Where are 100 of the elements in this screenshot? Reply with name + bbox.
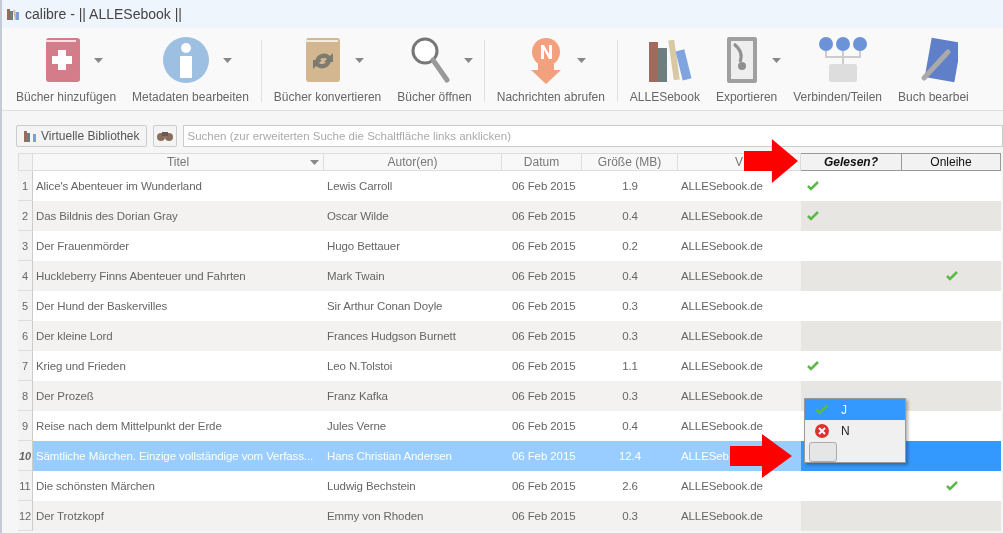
toolbar-button[interactable]: Bücher konvertieren <box>273 86 382 110</box>
pointer-arrow <box>730 434 792 478</box>
table-cell: Reise nach dem Mittelpunkt der Erde <box>33 411 324 441</box>
toolbar-button[interactable]: Nachrichten abrufen <box>496 86 605 110</box>
table-cell: Die schönsten Märchen <box>33 471 324 501</box>
row-number: 10 <box>18 441 33 471</box>
table-cell: 06 Feb 2015 <box>502 171 582 201</box>
toolbar-button[interactable]: Metadaten bearbeiten <box>132 86 249 110</box>
row-number: 9 <box>18 411 33 441</box>
table-cell: Ludwig Bechstein <box>324 471 502 501</box>
toolbar-button[interactable]: Verbinden/Teilen <box>793 86 882 110</box>
table-cell: ALLESebook.de <box>678 471 801 501</box>
pointer-arrow <box>744 139 798 183</box>
table-cell: 06 Feb 2015 <box>502 201 582 231</box>
column-header[interactable]: Datum <box>502 153 582 171</box>
info-icon[interactable] <box>162 37 209 83</box>
table-cell: 1.9 <box>582 171 678 201</box>
caret-icon[interactable] <box>577 57 587 63</box>
row-number: 2 <box>18 201 33 231</box>
table-cell: 06 Feb 2015 <box>502 441 582 471</box>
table-cell: Oscar Wilde <box>324 201 502 231</box>
menu-option[interactable]: J <box>805 399 905 420</box>
book-plus-icon[interactable] <box>43 36 80 84</box>
column-header[interactable]: Gelesen? <box>801 153 902 171</box>
table-cell: Leo N.Tolstoi <box>324 351 502 381</box>
table-cell: 06 Feb 2015 <box>502 321 582 351</box>
caret-icon[interactable] <box>222 57 232 63</box>
table-cell: Frances Hudgson Burnett <box>324 321 502 351</box>
row-number: 8 <box>18 381 33 411</box>
table-cell: 1.1 <box>582 351 678 381</box>
table-cell: 06 Feb 2015 <box>502 411 582 441</box>
toolbar-button[interactable]: ALLESebook <box>629 86 700 110</box>
table-cell: Huckleberry Finns Abenteuer und Fahrten <box>33 261 324 291</box>
table-cell: ALLESebook.de <box>678 321 801 351</box>
table-cell: 06 Feb 2015 <box>502 351 582 381</box>
table-cell: ALLESebook.de <box>678 291 801 321</box>
window-title: calibre - || ALLESebook || <box>25 6 182 22</box>
table-cell: 0.3 <box>582 501 678 531</box>
books-icon <box>23 129 37 143</box>
table-cell: 0.4 <box>582 201 678 231</box>
column-header[interactable]: Größe (MB) <box>582 153 678 171</box>
table-cell: 0.3 <box>582 381 678 411</box>
binoculars-button[interactable] <box>152 125 177 147</box>
table-cell: Mark Twain <box>324 261 502 291</box>
table-cell: 0.3 <box>582 321 678 351</box>
table-cell: 06 Feb 2015 <box>502 501 582 531</box>
book-arrows-icon[interactable] <box>305 36 342 84</box>
table-cell: 06 Feb 2015 <box>502 471 582 501</box>
table-cell: Der Trotzkopf <box>33 501 324 531</box>
column-header[interactable]: Titel <box>33 153 324 171</box>
row-number: 1 <box>18 171 33 201</box>
check-icon <box>815 404 829 415</box>
table-cell: ALLESebook.de <box>678 411 801 441</box>
table-cell: 06 Feb 2015 <box>502 291 582 321</box>
table-cell: Alice's Abenteuer im Wunderland <box>33 171 324 201</box>
table-cell: Das Bildnis des Dorian Gray <box>33 201 324 231</box>
toolbar-button[interactable]: Exportieren <box>715 86 778 110</box>
row-number: 6 <box>18 321 33 351</box>
toolbar-button[interactable]: Buch bearbei <box>898 86 969 110</box>
network-icon[interactable] <box>817 36 868 84</box>
sort-caret-icon <box>310 159 319 165</box>
books-icon[interactable] <box>646 38 693 82</box>
row-number: 7 <box>18 351 33 381</box>
header-corner <box>18 153 33 171</box>
table-cell: ALLESebook.de <box>678 381 801 411</box>
caret-icon[interactable] <box>772 57 782 63</box>
table-cell: ALLESebook.de <box>678 261 801 291</box>
table-cell: 12.4 <box>582 441 678 471</box>
table-cell: Hans Christian Andersen <box>324 441 502 471</box>
row-number: 11 <box>18 471 33 501</box>
row-number: 3 <box>18 231 33 261</box>
search-icon[interactable] <box>410 36 450 84</box>
table-cell: Sir Arthur Conan Doyle <box>324 291 502 321</box>
table-cell: 06 Feb 2015 <box>502 231 582 261</box>
search-field[interactable]: Suchen (zur erweiterten Suche die Schaltfläche links anklicken) <box>182 125 1003 147</box>
column-header[interactable]: Onleihe <box>902 153 1001 171</box>
table-cell: Emmy von Rhoden <box>324 501 502 531</box>
table-cell: Der Hund der Baskervilles <box>33 291 324 321</box>
virtual-library-button[interactable]: Virtuelle Bibliothek <box>16 125 147 147</box>
error-icon <box>815 423 829 438</box>
table-cell: ALLESebook.de <box>678 171 801 201</box>
hard-drive-icon[interactable] <box>726 36 759 84</box>
table-cell: 0.3 <box>582 291 678 321</box>
books-icon <box>6 7 20 21</box>
caret-icon[interactable] <box>355 57 365 63</box>
menu-option[interactable]: N <box>805 420 905 441</box>
column-header[interactable]: Autor(en) <box>324 153 502 171</box>
toolbar-button[interactable]: Bücher hinzufügen <box>16 86 117 110</box>
caret-icon[interactable] <box>464 57 473 63</box>
toolbar-button[interactable]: Bücher öffnen <box>397 86 472 110</box>
table-cell: Der kleine Lord <box>33 321 324 351</box>
row-number: 5 <box>18 291 33 321</box>
table-cell: ALLESebook.de <box>678 351 801 381</box>
table-cell: 0.4 <box>582 411 678 441</box>
caret-icon[interactable] <box>93 57 103 63</box>
table-cell: ALLESebook.de <box>678 231 801 261</box>
table-cell: Der Frauenmörder <box>33 231 324 261</box>
table-cell: 06 Feb 2015 <box>502 381 582 411</box>
table-cell: Krieg und Frieden <box>33 351 324 381</box>
table-cell: 2.6 <box>582 471 678 501</box>
